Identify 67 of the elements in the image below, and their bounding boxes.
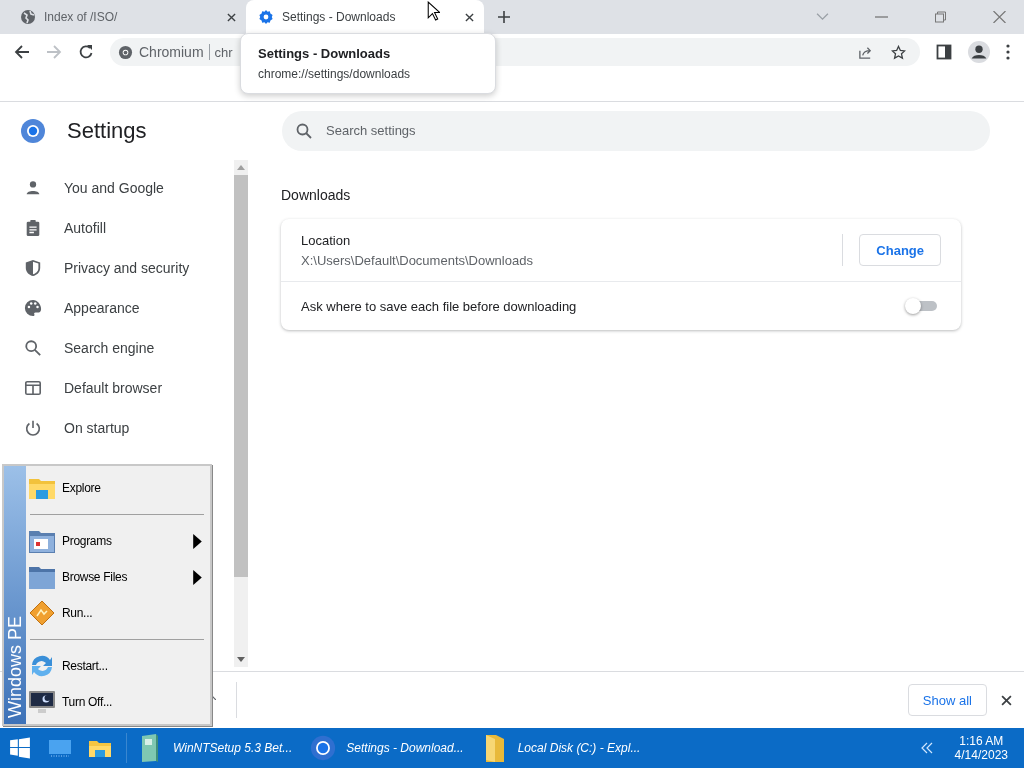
close-icon[interactable] xyxy=(1001,694,1012,706)
mouse-pointer-icon xyxy=(427,1,440,21)
start-menu-item[interactable]: Run... xyxy=(28,595,206,631)
search-icon xyxy=(296,122,312,139)
sidebar-item[interactable]: Default browser xyxy=(0,368,234,408)
browser-logo-icon xyxy=(118,44,133,60)
start-icon[interactable] xyxy=(8,737,32,759)
side-panel-icon[interactable] xyxy=(936,44,952,60)
globe-icon xyxy=(20,9,36,25)
browser-logo-icon xyxy=(21,118,45,143)
scroll-thumb[interactable] xyxy=(234,175,248,577)
clipboard-icon xyxy=(24,219,42,237)
palette-icon xyxy=(24,299,42,317)
person-icon xyxy=(24,179,42,197)
sidebar-item[interactable]: On startup xyxy=(0,408,234,448)
browser-tab[interactable]: Settings - Downloads xyxy=(246,0,484,34)
site-name: Chromium xyxy=(139,44,204,60)
sidebar-item[interactable]: Appearance xyxy=(0,288,234,328)
page-title: Settings xyxy=(67,117,147,144)
browser-tab[interactable]: Index of /ISO/ xyxy=(8,0,246,34)
clock-time: 1:16 AM xyxy=(959,734,1004,748)
location-label: Location xyxy=(301,232,352,248)
taskbar-button[interactable]: Settings - Download... xyxy=(310,728,464,768)
start-menu-item[interactable]: Turn Off... xyxy=(28,684,206,720)
tab-title: Index of /ISO/ xyxy=(44,10,118,24)
taskbar-button[interactable]: WinNTSetup 5.3 Bet... xyxy=(137,728,293,768)
restore-icon[interactable] xyxy=(934,11,947,23)
clock-date: 4/14/2023 xyxy=(954,748,1008,762)
new-tab-icon[interactable] xyxy=(498,11,510,23)
close-icon[interactable] xyxy=(227,12,236,22)
setting-label: Ask where to save each file before downloading xyxy=(301,298,577,314)
start-menu-item[interactable]: Programs xyxy=(28,523,206,559)
section-heading: Downloads xyxy=(281,187,352,203)
diamond-icon xyxy=(28,599,56,627)
shield-icon xyxy=(24,259,42,277)
tooltip-title: Settings - Downloads xyxy=(258,46,392,61)
tab-title: Settings - Downloads xyxy=(282,10,396,24)
search-icon xyxy=(24,339,42,357)
location-path: X:\Users\Default\Documents\Downloads xyxy=(301,252,534,268)
browser-window-icon xyxy=(24,379,42,397)
gear-icon xyxy=(258,9,274,25)
change-button[interactable]: Change xyxy=(859,234,941,266)
monitor-icon xyxy=(28,688,56,716)
caret-icon[interactable] xyxy=(210,694,216,700)
scroll-down-icon[interactable] xyxy=(237,657,245,662)
star-icon[interactable] xyxy=(891,44,906,60)
sidebar-item[interactable]: Search engine xyxy=(0,328,234,368)
url-text: chr xyxy=(214,44,233,60)
show-all-button[interactable]: Show all xyxy=(907,684,987,716)
browser-logo-icon xyxy=(310,733,337,763)
sidebar-item[interactable]: You and Google xyxy=(0,168,234,208)
reload-icon[interactable] xyxy=(78,44,94,60)
taskbar-button[interactable]: Local Disk (C:) - Expl... xyxy=(481,728,641,768)
profile-avatar-icon[interactable] xyxy=(968,41,990,63)
start-menu-item[interactable]: Restart... xyxy=(28,648,206,684)
start-menu-banner: Windows PE xyxy=(4,466,26,724)
back-icon[interactable] xyxy=(14,44,30,60)
start-menu-item[interactable]: Browse Files xyxy=(28,559,206,595)
tooltip-url: chrome://settings/downloads xyxy=(258,67,412,81)
sidebar-item[interactable]: Privacy and security xyxy=(0,248,234,288)
double-chevron-icon[interactable] xyxy=(920,742,933,754)
scrollbar[interactable] xyxy=(234,160,248,667)
close-icon[interactable] xyxy=(465,12,474,22)
power-icon xyxy=(24,419,42,437)
menu-icon[interactable] xyxy=(1006,44,1010,60)
sidebar-item[interactable]: Autofill xyxy=(0,208,234,248)
start-menu-item[interactable]: Explore xyxy=(28,470,206,506)
